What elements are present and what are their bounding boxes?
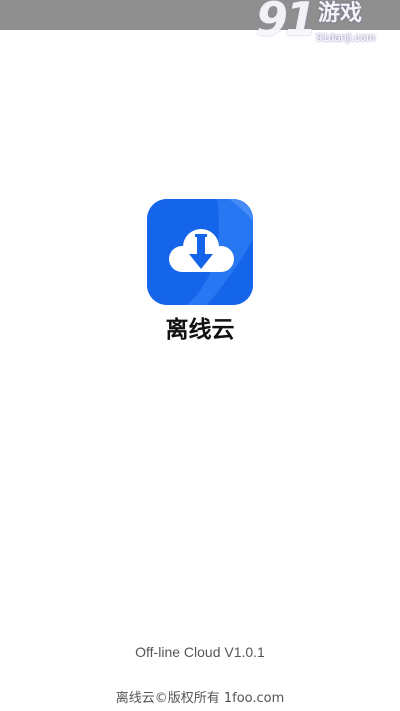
watermark-logo: 91 — [256, 0, 317, 46]
watermark: 91 游戏 91danji.com — [256, 0, 396, 52]
cloud-download-icon — [147, 199, 253, 305]
app-name: 离线云 — [165, 317, 235, 343]
copyright-text: 离线云©版权所有 1foo.com — [115, 691, 285, 706]
watermark-url: 91danji.com — [316, 32, 376, 44]
watermark-title: 游戏 — [318, 1, 363, 26]
version-text: Off-line Cloud V1.0.1 — [135, 644, 265, 660]
